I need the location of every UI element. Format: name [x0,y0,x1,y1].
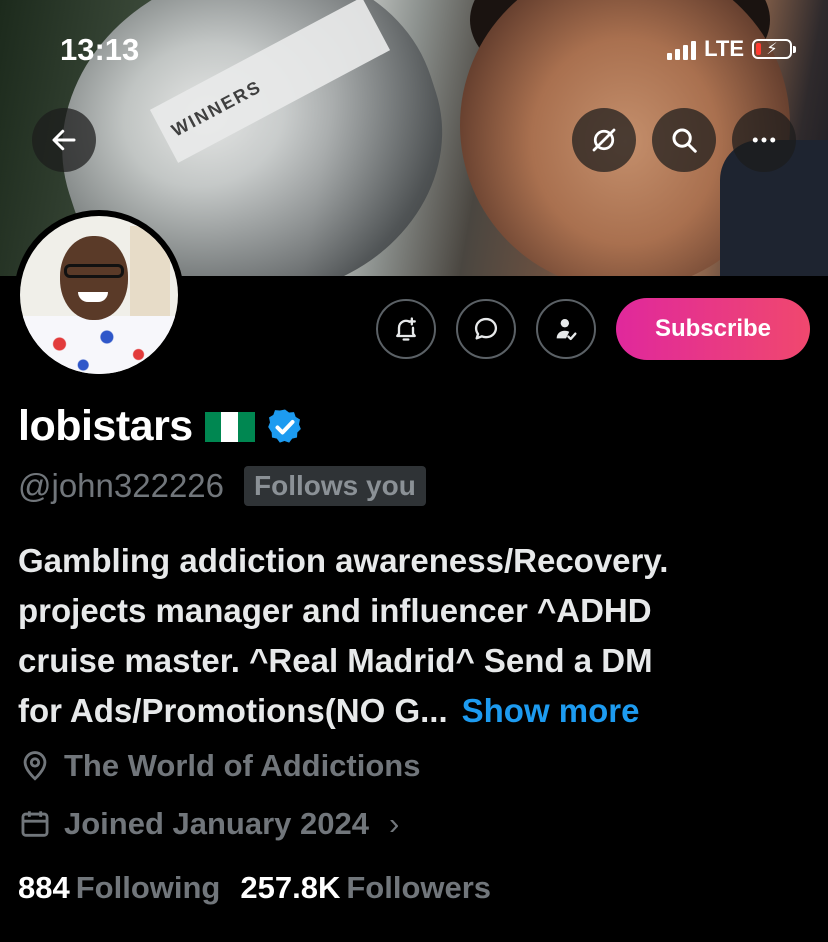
follow-stats: 884 Following 257.8K Followers [18,870,491,906]
bell-plus-icon [396,317,416,341]
back-arrow-icon [52,129,76,151]
calendar-icon [21,811,49,837]
notifications-button[interactable] [376,299,436,359]
location-text: The World of Addictions [64,748,421,783]
subscribe-button[interactable]: Subscribe [616,298,810,360]
signal-icon [667,38,697,60]
followers-label: Followers [346,870,492,905]
message-button[interactable] [456,299,516,359]
bio-line: cruise master. ^Real Madrid^ Send a DM [18,642,653,679]
bio-line: Gambling addiction awareness/Recovery. [18,542,669,579]
battery-icon: ⚡ [752,39,796,59]
profile-name-row: lobistars [18,402,305,451]
verified-badge-icon[interactable] [265,407,305,447]
profile-bio: Gambling addiction awareness/Recovery. p… [18,536,818,736]
status-time: 13:13 [60,32,140,67]
location-row: The World of Addictions [18,748,420,784]
grok-icon [592,128,616,152]
nigeria-flag-icon [204,411,255,442]
grok-button[interactable] [572,108,636,172]
display-name: lobistars [18,402,193,450]
location-pin-icon [23,751,47,781]
bio-line-last: for Ads/Promotions(NO G... Show more [18,686,818,736]
following-label: Following [75,870,221,905]
back-button[interactable] [32,108,96,172]
following-stat[interactable]: 884 Following [18,870,220,905]
search-button[interactable] [652,108,716,172]
avatar[interactable] [14,210,184,380]
avatar-photo [20,216,178,374]
chevron-right-icon: › [389,806,400,841]
followers-stat[interactable]: 257.8K Followers [240,870,491,905]
status-indicators: LTE ⚡ [667,36,796,62]
network-label: LTE [704,36,744,61]
followers-count: 257.8K [240,870,341,905]
message-icon [474,317,498,340]
more-button[interactable] [732,108,796,172]
search-icon [672,128,697,153]
show-more-link[interactable]: Show more [462,692,640,729]
following-button[interactable] [536,299,596,359]
username-handle: @john322226 [18,467,225,504]
handle-row: @john322226 Follows you [18,466,426,506]
bio-line: projects manager and influencer ^ADHD [18,592,652,629]
more-icon [752,137,776,143]
following-count: 884 [18,870,70,905]
bio-line: for Ads/Promotions(NO G... [18,692,448,729]
follows-you-badge: Follows you [244,466,426,506]
person-check-icon [556,318,577,341]
joined-row[interactable]: Joined January 2024 › [18,806,399,842]
joined-text: Joined January 2024 [64,806,369,841]
